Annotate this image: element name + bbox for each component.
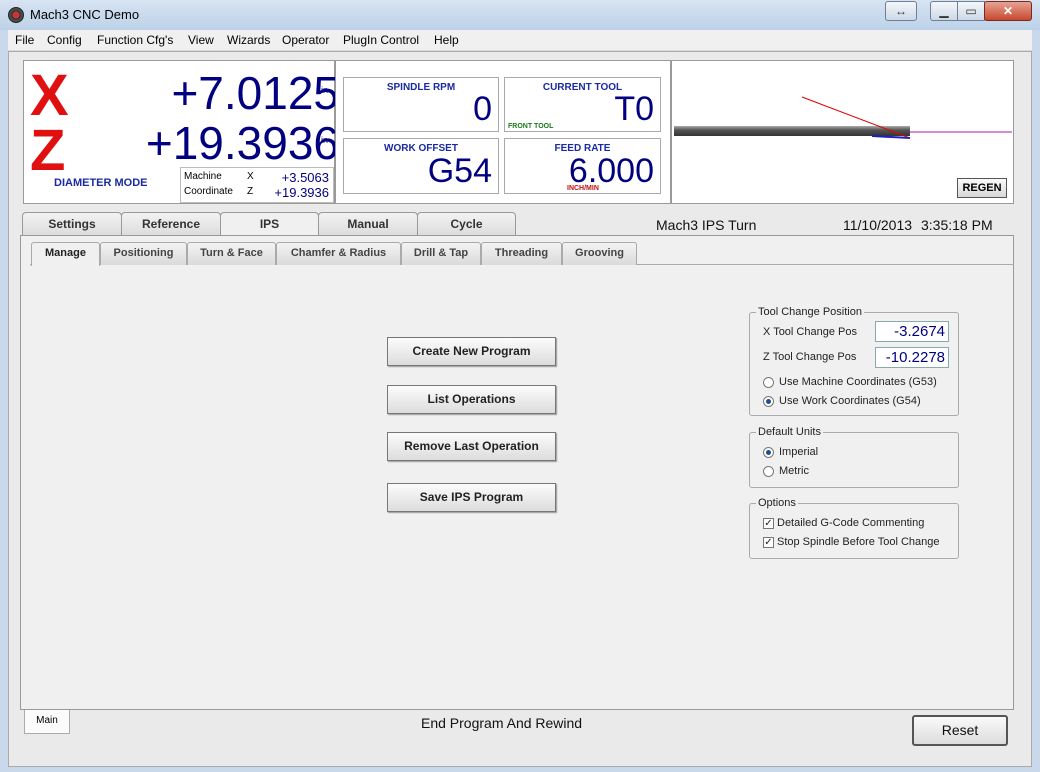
title-bar bbox=[0, 0, 1040, 30]
stock-shape bbox=[674, 126, 910, 136]
maximize-button[interactable]: ▭ bbox=[957, 1, 985, 21]
work-offset-value: G54 bbox=[427, 152, 492, 190]
subtab-chamfer-radius[interactable]: Chamfer & Radius bbox=[276, 242, 401, 265]
menu-operator[interactable]: Operator bbox=[282, 33, 329, 47]
options-title: Options bbox=[756, 497, 798, 509]
diameter-mode-label[interactable]: DIAMETER MODE bbox=[54, 177, 148, 189]
machine-x-value: +3.5063 bbox=[281, 170, 329, 185]
work-coordinates-radio[interactable] bbox=[763, 396, 774, 407]
subtab-threading[interactable]: Threading bbox=[481, 242, 562, 265]
work-offset-box: WORK OFFSET G54 bbox=[343, 138, 499, 194]
z-dro-value[interactable]: +19.3936 bbox=[79, 116, 339, 170]
tab-ips[interactable]: IPS bbox=[220, 212, 319, 237]
x-tool-change-label: X Tool Change Pos bbox=[763, 326, 857, 338]
date-display: 11/10/2013 bbox=[843, 217, 913, 233]
window-frame-right bbox=[1032, 30, 1040, 772]
list-operations-button[interactable]: List Operations bbox=[387, 385, 556, 414]
z-axis-label: Z bbox=[30, 118, 67, 183]
subtab-positioning[interactable]: Positioning bbox=[100, 242, 187, 265]
z-tool-change-label: Z Tool Change Pos bbox=[763, 351, 857, 363]
subtab-drill-tap[interactable]: Drill & Tap bbox=[401, 242, 481, 265]
x-unit: in bbox=[321, 85, 329, 95]
subtab-manage[interactable]: Manage bbox=[31, 242, 100, 266]
menu-help[interactable]: Help bbox=[434, 33, 459, 47]
stop-spindle-checkbox[interactable]: ✓ bbox=[763, 537, 774, 548]
menu-view[interactable]: View bbox=[188, 33, 214, 47]
tool-change-title: Tool Change Position bbox=[756, 306, 864, 318]
status-label: End Program And Rewind bbox=[421, 715, 583, 731]
tab-manual[interactable]: Manual bbox=[318, 212, 418, 236]
work-coordinates-label: Use Work Coordinates (G54) bbox=[779, 395, 921, 407]
dro-panel: X Z +7.0125 +19.3936 in in DIAMETER MODE… bbox=[23, 60, 339, 204]
subtab-turn-face[interactable]: Turn & Face bbox=[187, 242, 276, 265]
current-tool-value[interactable]: T0 bbox=[614, 90, 654, 129]
x-dro-value[interactable]: +7.0125 bbox=[79, 66, 339, 120]
menu-plugin-control[interactable]: PlugIn Control bbox=[343, 33, 419, 47]
coordinate-label: Coordinate bbox=[184, 186, 233, 197]
minimize-button[interactable]: ▁ bbox=[930, 1, 958, 21]
remove-last-operation-button[interactable]: Remove Last Operation bbox=[387, 432, 556, 461]
menu-file[interactable]: File bbox=[15, 33, 34, 47]
regen-button[interactable]: REGEN bbox=[957, 178, 1007, 198]
metric-label: Metric bbox=[779, 465, 809, 477]
z-unit: in bbox=[321, 135, 329, 145]
front-tool-label: FRONT TOOL bbox=[508, 123, 554, 130]
imperial-radio[interactable] bbox=[763, 447, 774, 458]
default-units-group bbox=[749, 432, 959, 488]
machine-z-value: +19.3936 bbox=[274, 185, 329, 200]
tab-settings[interactable]: Settings bbox=[22, 212, 122, 236]
tab-reference[interactable]: Reference bbox=[121, 212, 221, 236]
main-page-tab[interactable]: Main bbox=[24, 710, 70, 734]
menu-config[interactable]: Config bbox=[47, 33, 82, 47]
options-group bbox=[749, 503, 959, 559]
window-frame-left bbox=[0, 30, 8, 772]
x-tool-change-input[interactable]: -3.2674 bbox=[875, 321, 949, 342]
create-new-program-button[interactable]: Create New Program bbox=[387, 337, 556, 366]
current-tool-box: CURRENT TOOL T0 FRONT TOOL bbox=[504, 77, 661, 132]
gcode-commenting-checkbox[interactable]: ✓ bbox=[763, 518, 774, 529]
feed-unit-label: INCH/MIN bbox=[567, 185, 599, 192]
info-panel: SPINDLE RPM 0 CURRENT TOOL T0 FRONT TOOL… bbox=[335, 60, 671, 204]
time-display: 3:35:18 PM bbox=[921, 217, 993, 233]
menu-wizards[interactable]: Wizards bbox=[227, 33, 270, 47]
screen-title: Mach3 IPS Turn bbox=[656, 217, 757, 233]
machine-coordinates-label: Use Machine Coordinates (G53) bbox=[779, 376, 937, 388]
z-tool-change-input[interactable]: -10.2278 bbox=[875, 347, 949, 368]
resize-icon[interactable]: ↔ bbox=[885, 1, 917, 21]
subtab-grooving[interactable]: Grooving bbox=[562, 242, 637, 265]
spindle-rpm-box: SPINDLE RPM 0 bbox=[343, 77, 499, 132]
close-button[interactable]: ✕ bbox=[984, 1, 1032, 21]
save-ips-program-button[interactable]: Save IPS Program bbox=[387, 483, 556, 512]
machine-label: Machine bbox=[184, 171, 222, 182]
stop-spindle-label: Stop Spindle Before Tool Change bbox=[777, 536, 940, 548]
reset-button[interactable]: Reset bbox=[912, 715, 1008, 746]
gcode-commenting-label: Detailed G-Code Commenting bbox=[777, 517, 925, 529]
machine-coordinates-radio[interactable] bbox=[763, 377, 774, 388]
metric-radio[interactable] bbox=[763, 466, 774, 477]
window-frame-bottom bbox=[0, 767, 1040, 772]
tab-cycle[interactable]: Cycle bbox=[417, 212, 516, 236]
menu-function-cfgs[interactable]: Function Cfg's bbox=[97, 33, 173, 47]
spindle-rpm-value: 0 bbox=[473, 90, 492, 128]
feed-rate-box: FEED RATE 6.000 INCH/MIN bbox=[504, 138, 661, 194]
default-units-title: Default Units bbox=[756, 426, 823, 438]
window-title: Mach3 CNC Demo bbox=[30, 7, 140, 22]
app-icon[interactable] bbox=[8, 7, 24, 23]
machine-coordinate-box: Machine Coordinate X Z +3.5063 +19.3936 bbox=[180, 167, 334, 203]
imperial-label: Imperial bbox=[779, 446, 819, 458]
